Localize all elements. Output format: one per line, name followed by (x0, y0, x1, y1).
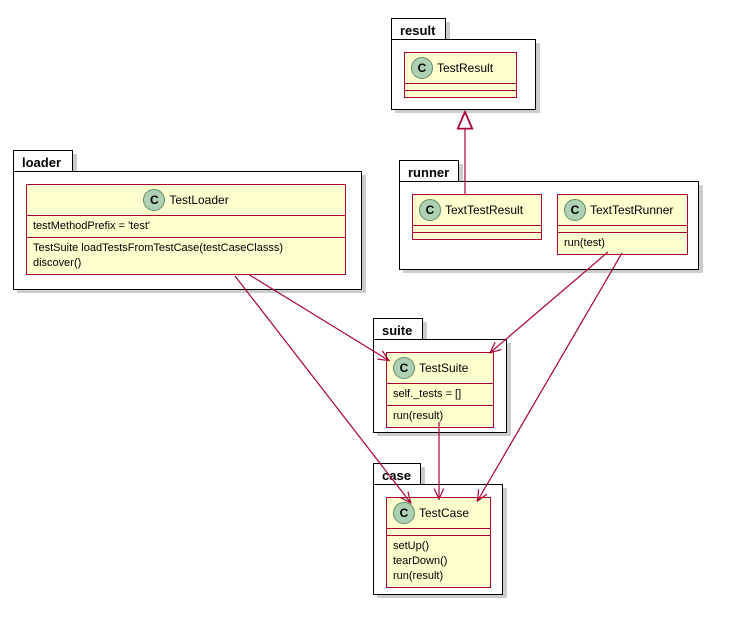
class-texttestresult-name: TextTestResult (445, 203, 523, 217)
class-testsuite: C TestSuite self._tests = [] run(result) (386, 352, 494, 428)
package-loader-label: loader (13, 150, 73, 172)
class-testsuite-name: TestSuite (419, 361, 468, 375)
class-icon: C (411, 57, 433, 79)
class-texttestrunner-name: TextTestRunner (590, 203, 673, 217)
class-texttestrunner: C TextTestRunner run(test) (557, 194, 688, 255)
class-testloader-attrs: testMethodPrefix = 'test' (27, 216, 345, 238)
class-icon: C (143, 189, 165, 211)
class-testsuite-attrs: self._tests = [] (387, 384, 493, 406)
class-icon: C (393, 357, 415, 379)
class-testresult-name: TestResult (437, 61, 493, 75)
connectors (0, 0, 739, 624)
package-case-label: case (373, 463, 421, 485)
class-testloader-methods: TestSuite loadTestsFromTestCase(testCase… (27, 238, 345, 274)
class-icon: C (393, 502, 415, 524)
class-icon: C (564, 199, 586, 221)
class-testcase-name: TestCase (419, 506, 469, 520)
package-case: case C TestCase setUp() tearDown() run(r… (373, 463, 503, 595)
class-texttestrunner-methods: run(test) (558, 233, 687, 254)
package-result: result C TestResult (391, 18, 536, 110)
class-testsuite-methods: run(result) (387, 406, 493, 427)
class-testloader: C TestLoader testMethodPrefix = 'test' T… (26, 184, 346, 275)
class-testresult: C TestResult (404, 52, 517, 98)
class-texttestresult: C TextTestResult (412, 194, 542, 240)
package-result-label: result (391, 18, 446, 40)
class-testcase: C TestCase setUp() tearDown() run(result… (386, 497, 491, 588)
package-suite: suite C TestSuite self._tests = [] run(r… (373, 318, 507, 433)
package-suite-label: suite (373, 318, 423, 340)
class-testloader-name: TestLoader (169, 193, 228, 207)
class-testcase-methods: setUp() tearDown() run(result) (387, 536, 490, 587)
package-loader: loader C TestLoader testMethodPrefix = '… (13, 150, 362, 290)
package-runner-label: runner (399, 160, 459, 182)
package-runner: runner C TextTestResult C TextTestRunner… (399, 160, 699, 270)
class-icon: C (419, 199, 441, 221)
